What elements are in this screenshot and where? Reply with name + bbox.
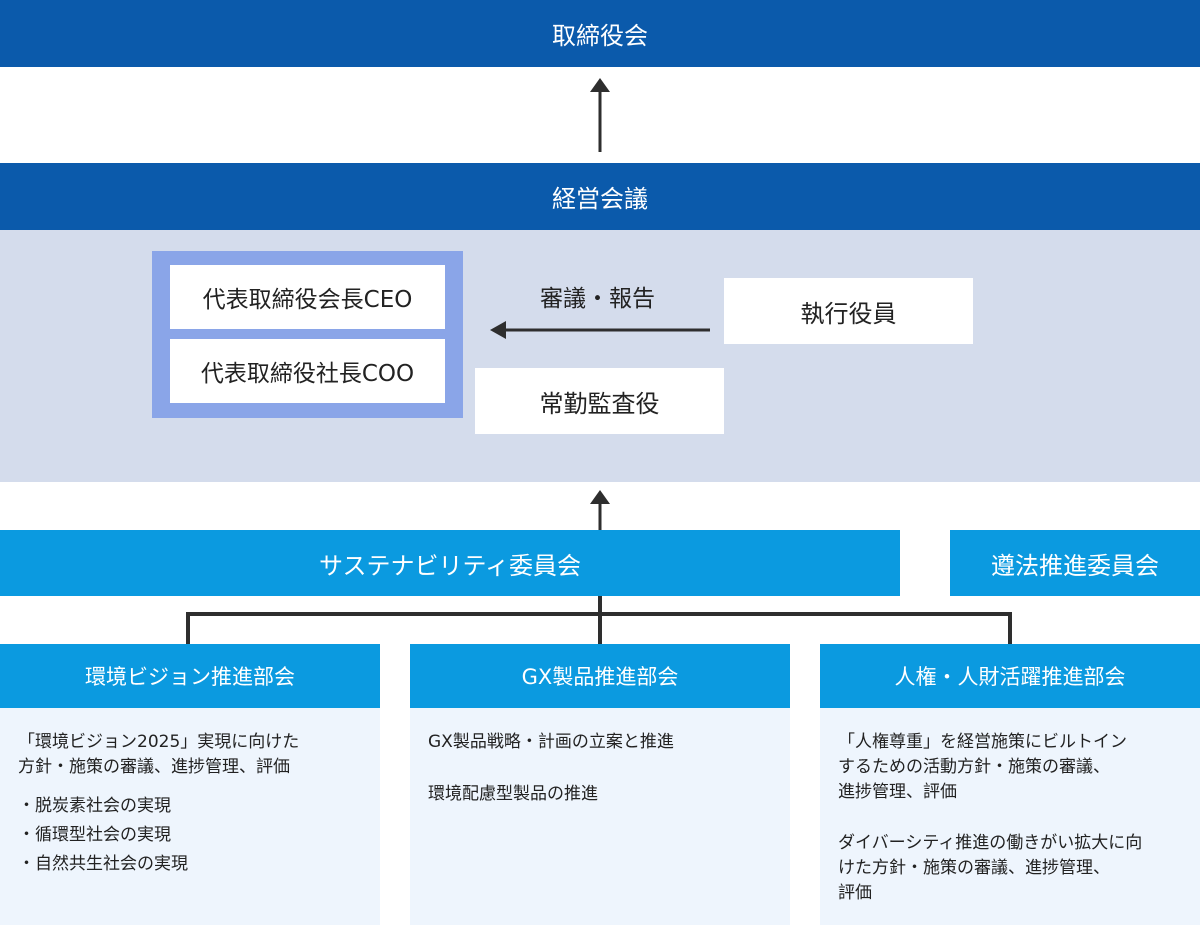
connector-line	[1008, 612, 1012, 644]
department-body: GX製品戦略・計画の立案と推進 環境配慮型製品の推進	[410, 708, 790, 925]
arrow-up-icon	[590, 78, 610, 152]
sustainability-committee: サステナビリティ委員会	[0, 530, 900, 596]
board-of-directors: 取締役会	[0, 0, 1200, 67]
department-title: 人権・人財活躍推進部会	[894, 665, 1126, 689]
chairman-label: 代表取締役会長CEO	[202, 287, 413, 313]
department-body: 「環境ビジョン2025」実現に向けた 方針・施策の審議、進捗管理、評価 ・脱炭素…	[0, 708, 380, 925]
department-body: 「人権尊重」を経営施策にビルトイン するための活動方針・施策の審議、 進捗管理、…	[820, 708, 1200, 925]
list-item: ・自然共生社会の実現	[18, 854, 188, 874]
management-label: 経営会議	[552, 185, 648, 213]
president-label: 代表取締役社長COO	[200, 361, 415, 387]
connector-line	[186, 612, 190, 644]
chairman-box: 代表取締役会長CEO	[170, 265, 445, 329]
sustainability-label: サステナビリティ委員会	[318, 551, 582, 580]
executive-officers-label: 執行役員	[800, 299, 897, 328]
department-header: 環境ビジョン推進部会	[0, 644, 380, 708]
executive-officers-box: 執行役員	[724, 278, 973, 344]
board-label: 取締役会	[552, 22, 648, 50]
department-goal-list: ・脱炭素社会の実現 ・循環型社会の実現 ・自然共生社会の実現	[18, 794, 362, 877]
department-description: 「環境ビジョン2025」実現に向けた 方針・施策の審議、進捗管理、評価	[18, 732, 300, 777]
department-header: 人権・人財活躍推進部会	[820, 644, 1200, 708]
department-description: ダイバーシティ推進の働きがい拡大に向 けた方針・施策の審議、進捗管理、 評価	[838, 833, 1143, 903]
arrow-up-icon	[590, 490, 610, 530]
management-meeting: 経営会議	[0, 163, 1200, 230]
arrow-left-icon	[490, 321, 710, 339]
deliberation-label: 審議・報告	[540, 286, 655, 312]
compliance-committee: 遵法推進委員会	[950, 530, 1200, 596]
department-title: 環境ビジョン推進部会	[85, 665, 295, 689]
connector-line	[598, 596, 602, 644]
president-box: 代表取締役社長COO	[170, 339, 445, 403]
auditor-label: 常勤監査役	[539, 389, 660, 418]
department-header: GX製品推進部会	[410, 644, 790, 708]
department-description: 環境配慮型製品の推進	[428, 784, 598, 804]
connector-line	[186, 612, 1012, 616]
list-item: ・脱炭素社会の実現	[18, 796, 171, 816]
auditor-box: 常勤監査役	[475, 368, 724, 434]
department-description: 「人権尊重」を経営施策にビルトイン するための活動方針・施策の審議、 進捗管理、…	[838, 732, 1127, 802]
department-title: GX製品推進部会	[521, 665, 679, 689]
department-description: GX製品戦略・計画の立案と推進	[428, 732, 674, 752]
compliance-label: 遵法推進委員会	[991, 551, 1159, 580]
list-item: ・循環型社会の実現	[18, 825, 171, 845]
